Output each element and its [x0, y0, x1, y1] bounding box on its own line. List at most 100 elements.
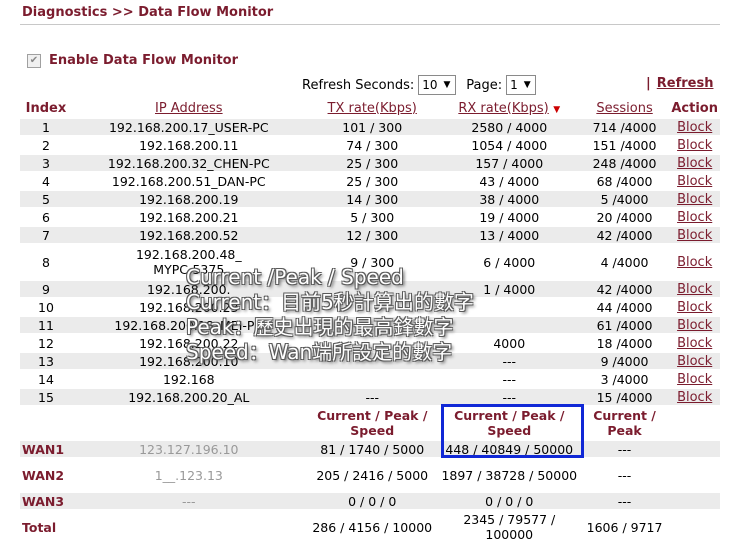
row-rx-rate: 43 / 4000	[438, 173, 580, 189]
block-link[interactable]: Block	[669, 353, 720, 369]
row-ip-address: 192.168.200.17_USER-PC	[71, 119, 306, 135]
row-index: 11	[20, 317, 72, 333]
table-row: 4 192.168.200.51_DAN-PC 25 / 300 43 / 4000 6…	[20, 173, 720, 189]
row-index: 2	[20, 137, 72, 153]
row-index: 1	[20, 119, 72, 135]
refresh-seconds-label: Refresh Seconds:	[302, 77, 415, 93]
header-tx-rate[interactable]: TX rate(Kbps)	[306, 99, 439, 117]
row-tx-rate	[305, 371, 439, 387]
row-sessions: 9 /4000	[579, 353, 670, 369]
row-index: 5	[20, 191, 72, 207]
rx-speed-highlight-box	[441, 404, 584, 458]
wan-tx: 286 / 4156 / 10000	[305, 511, 439, 543]
wan-sessions-subheader: Current / Peak	[579, 407, 670, 439]
block-link[interactable]: Block	[669, 317, 720, 333]
row-ip-address: 192.168.200.21	[71, 209, 306, 225]
row-rx-rate: 13 / 4000	[438, 227, 580, 243]
header-index: Index	[25, 100, 67, 116]
row-sessions: 61 /4000	[579, 317, 670, 333]
block-link[interactable]: Block	[669, 137, 720, 153]
refresh-seconds-select[interactable]: 10 ▼	[418, 75, 457, 95]
header-sessions[interactable]: Sessions	[580, 99, 670, 117]
annotation-line-2: Current：目前5秒計算出的數字	[186, 290, 474, 314]
row-sessions: 42 /4000	[579, 281, 670, 297]
row-sessions: 18 /4000	[579, 335, 670, 351]
header-ip-address[interactable]: IP Address	[72, 99, 306, 117]
block-link[interactable]: Block	[669, 335, 720, 351]
refresh-separator: |	[646, 76, 651, 91]
wan-name: WAN2	[20, 459, 72, 491]
chevron-down-icon: ▼	[443, 80, 451, 90]
block-link[interactable]: Block	[669, 371, 720, 387]
page-select[interactable]: 1 ▼	[506, 75, 537, 95]
block-link[interactable]: Block	[669, 299, 720, 315]
annotation-line-3: Peak：歷史出現的最高鋒數字	[186, 315, 454, 339]
block-link[interactable]: Block	[669, 119, 720, 135]
row-tx-rate: 5 / 300	[305, 209, 439, 225]
wan-tx: 205 / 2416 / 5000	[305, 459, 439, 491]
row-index: 7	[20, 227, 72, 243]
wan-sessions: ---	[579, 493, 670, 509]
wan-empty	[669, 441, 720, 457]
row-ip-address: 192.168.200.19	[71, 191, 306, 207]
row-sessions: 248 /4000	[579, 155, 670, 171]
block-link[interactable]: Block	[669, 191, 720, 207]
row-index: 3	[20, 155, 72, 171]
title-divider	[20, 24, 720, 25]
row-sessions: 714 /4000	[579, 119, 670, 135]
wan-ip: ---	[71, 493, 306, 509]
block-link[interactable]: Block	[669, 281, 720, 297]
block-link[interactable]: Block	[669, 173, 720, 189]
table-row: 2 192.168.200.11 74 / 300 1054 / 4000 151 /4…	[20, 137, 720, 153]
row-rx-rate: 19 / 4000	[438, 209, 580, 225]
chevron-down-icon: ▼	[523, 80, 531, 90]
row-tx-rate: 25 / 300	[305, 155, 439, 171]
row-index: 6	[20, 209, 72, 225]
row-rx-rate: ---	[438, 371, 580, 387]
wan-tx: 81 / 1740 / 5000	[305, 441, 439, 457]
row-sessions: 68 /4000	[579, 173, 670, 189]
wan-name: Total	[20, 511, 72, 543]
block-link[interactable]: Block	[669, 245, 720, 279]
wan-row: Total 286 / 4156 / 10000 2345 / 79577 / 10…	[20, 511, 720, 543]
table-row: 6 192.168.200.21 5 / 300 19 / 4000 20 /4000 B…	[20, 209, 720, 225]
header-rx-rate-cell[interactable]: RX rate(Kbps) ▼	[439, 99, 580, 117]
row-sessions: 20 /4000	[579, 209, 670, 225]
wan-sessions: ---	[579, 441, 670, 457]
refresh-link[interactable]: Refresh	[657, 76, 714, 91]
refresh-area: | Refresh	[646, 76, 713, 91]
row-sessions: 5 /4000	[579, 191, 670, 207]
block-link[interactable]: Block	[669, 209, 720, 225]
wan-subheader-row: Current / Peak / Speed Current / Peak / …	[20, 407, 720, 439]
row-index: 12	[20, 335, 72, 351]
row-index: 14	[20, 371, 72, 387]
header-rx-rate[interactable]: RX rate(Kbps)	[458, 101, 548, 116]
wan-empty	[669, 459, 720, 491]
row-sessions: 15 /4000	[579, 389, 670, 405]
row-sessions: 4 /4000	[579, 245, 670, 279]
table-row: 7 192.168.200.52 12 / 300 13 / 4000 42 /4000…	[20, 227, 720, 243]
annotation-line-1: Current /Peak / Speed	[186, 265, 404, 289]
row-ip-address: 192.168.200.52	[71, 227, 306, 243]
row-ip-address: 192.168.200.51_DAN-PC	[71, 173, 306, 189]
row-index: 15	[20, 389, 72, 405]
wan-name: WAN3	[20, 493, 72, 509]
block-link[interactable]: Block	[669, 389, 720, 405]
row-index: 8	[20, 245, 72, 279]
table-row: 3 192.168.200.32_CHEN-PC 25 / 300 157 / 400…	[20, 155, 720, 171]
block-link[interactable]: Block	[669, 155, 720, 171]
row-rx-rate: 157 / 4000	[438, 155, 580, 171]
refresh-seconds-value: 10	[422, 78, 438, 92]
enable-monitor-row[interactable]: ✔ Enable Data Flow Monitor	[27, 53, 238, 68]
block-link[interactable]: Block	[669, 227, 720, 243]
table-row: 14 192.168 --- 3 /4000 Block	[20, 371, 720, 387]
wan-empty	[669, 511, 720, 543]
row-ip-address: 192.168.200.11	[71, 137, 306, 153]
page-label: Page:	[466, 77, 503, 93]
row-ip-address: 192.168	[71, 371, 306, 387]
enable-monitor-checkbox[interactable]: ✔	[27, 53, 41, 68]
wan-sessions: 1606 / 9717	[579, 511, 670, 543]
wan-rx: 1897 / 38728 / 50000	[438, 459, 580, 491]
wan-row: WAN3 --- 0 / 0 / 00 / 0 / 0 ---	[20, 493, 720, 509]
row-rx-rate: 38 / 4000	[438, 191, 580, 207]
